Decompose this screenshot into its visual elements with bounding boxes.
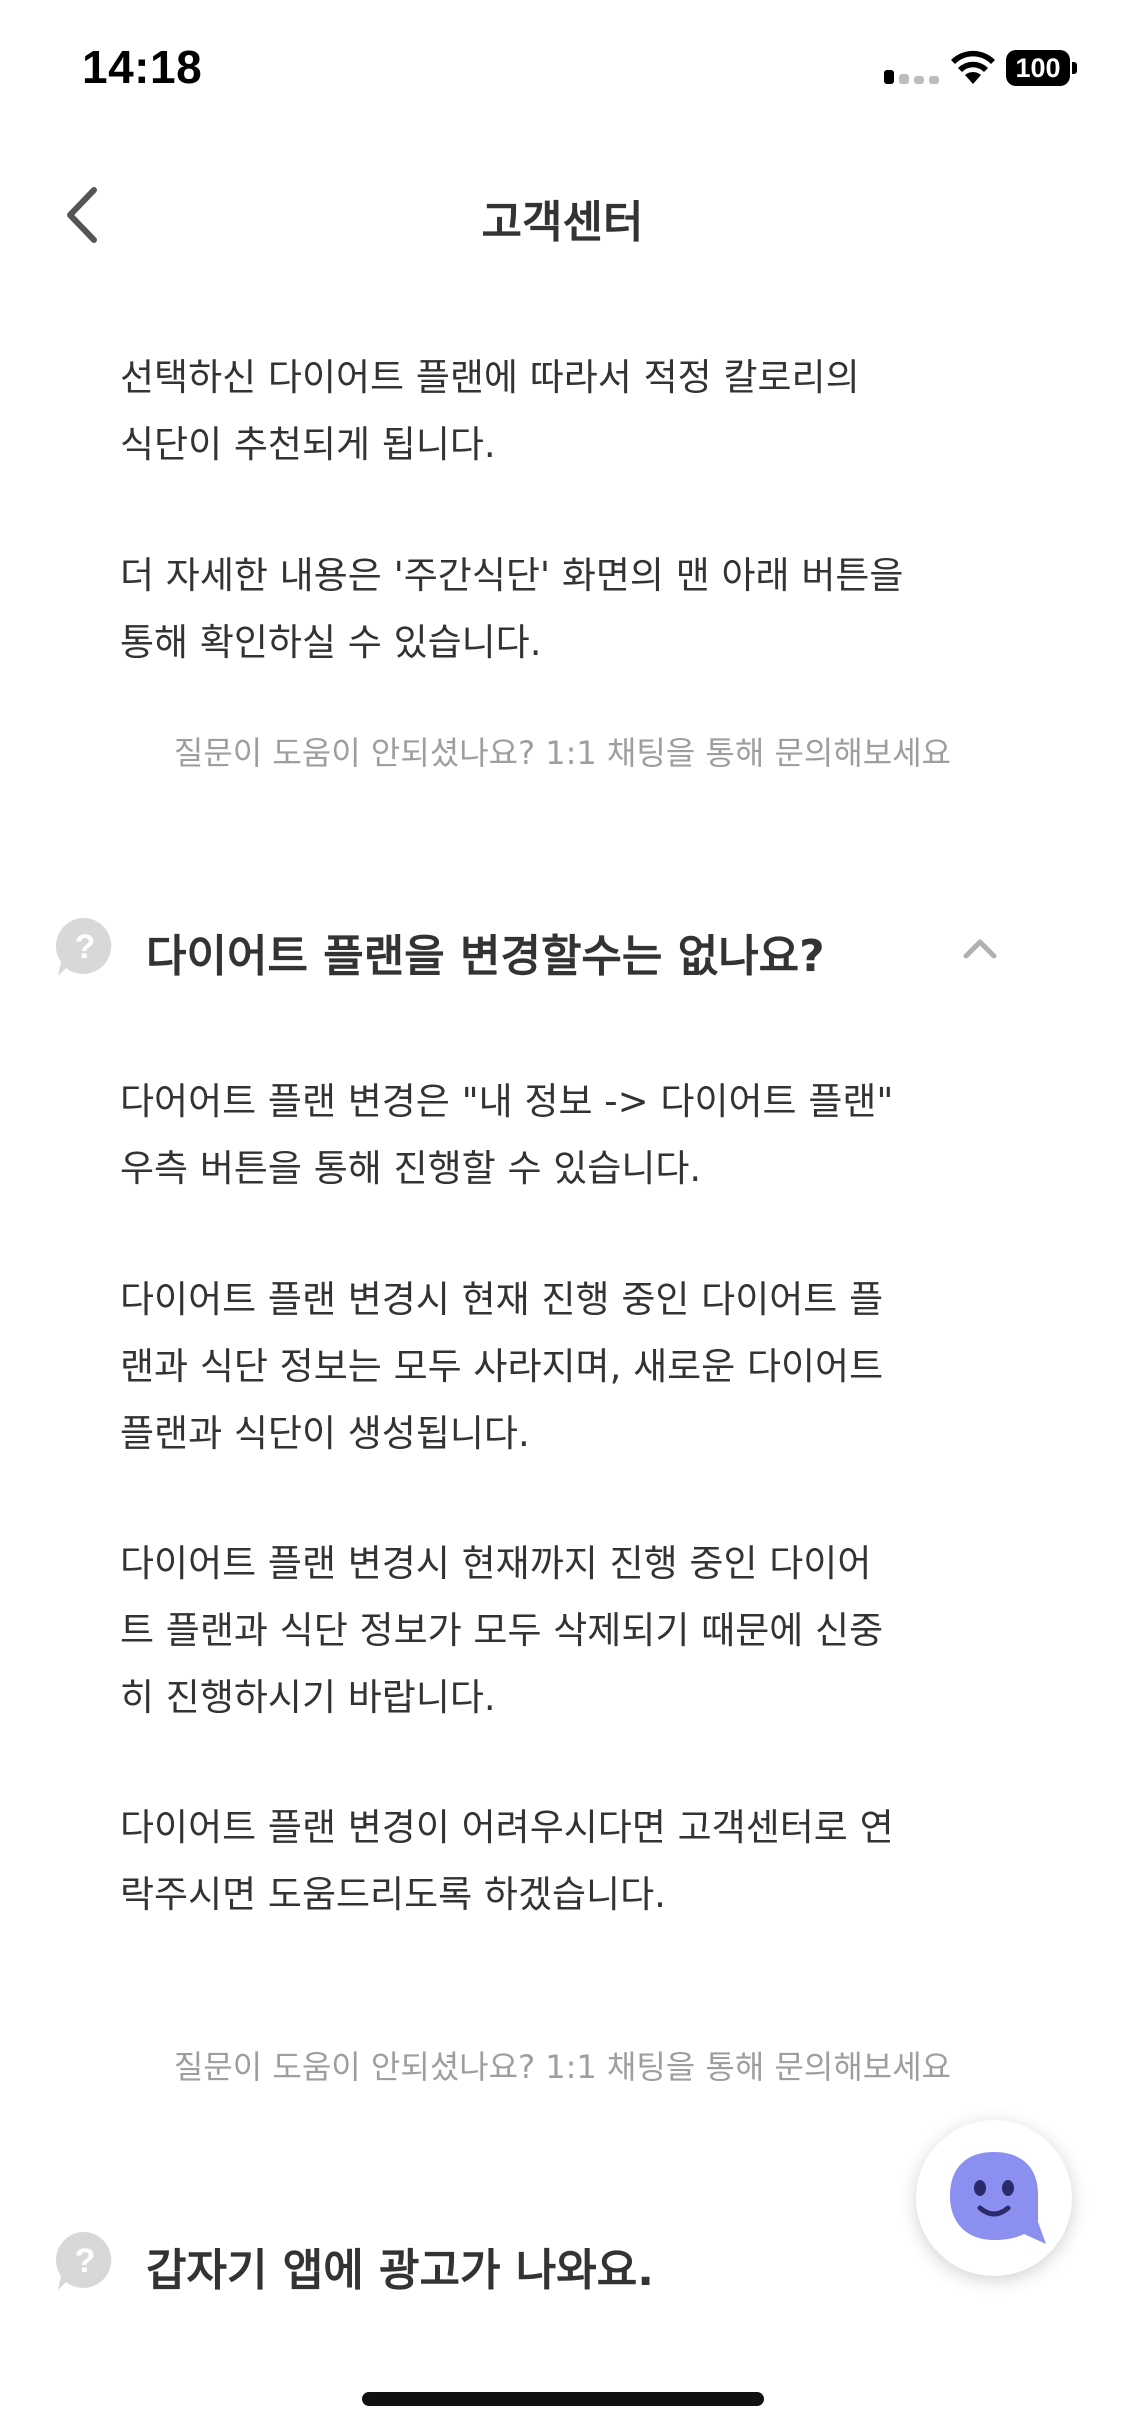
svg-text:?: ? xyxy=(75,928,96,966)
page-title: 고객센터 xyxy=(481,197,644,248)
chat-inquiry-link[interactable]: 질문이 도움이 안되셨나요? 1:1 채팅을 통해 문의해보세요 xyxy=(0,728,1125,774)
wifi-icon xyxy=(951,50,995,84)
faq-answer-paragraph: 선택하신 다이어트 플랜에 따라서 적정 칼로리의 식단이 추천되게 됩니다. xyxy=(120,356,860,466)
faq-answer-paragraph: 다이어트 플랜 변경이 어려우시다면 고객센터로 연 락주시면 도움드리도록 하… xyxy=(120,1806,894,1916)
svg-text:?: ? xyxy=(75,2242,96,2280)
faq-answer-paragraph: 다이어트 플랜 변경시 현재까지 진행 중인 다이어 트 플랜과 식단 정보가 … xyxy=(120,1542,884,1719)
status-time: 14:18 xyxy=(82,41,203,93)
faq-question: 다이어트 플랜을 변경할수는 없나요? xyxy=(146,931,825,982)
battery-icon: 100 xyxy=(1006,50,1078,86)
faq-answer-paragraph: 다어어트 플랜 변경은 "내 정보 -> 다이어트 플랜" 우측 버튼을 통해 … xyxy=(120,1080,894,1190)
cellular-signal-icon xyxy=(884,70,939,84)
question-bubble-icon: ? xyxy=(55,2231,112,2290)
faq-question: 갑자기 앱에 광고가 나와요. xyxy=(146,2245,654,2296)
chevron-up-icon[interactable] xyxy=(960,932,1000,962)
battery-level: 100 xyxy=(1006,50,1070,86)
home-indicator xyxy=(362,2392,764,2406)
faq-answer-paragraph: 더 자세한 내용은 '주간식단' 화면의 맨 아래 버튼을 통해 확인하실 수 … xyxy=(120,554,904,664)
nav-bar: 고객센터 xyxy=(0,160,1125,270)
question-bubble-icon: ? xyxy=(55,917,112,976)
chat-button[interactable] xyxy=(916,2120,1072,2276)
battery-tip xyxy=(1072,62,1077,74)
faq-item-plan-change[interactable]: ? 다이어트 플랜을 변경할수는 없나요? xyxy=(0,898,1125,998)
chat-inquiry-link[interactable]: 질문이 도움이 안되셨나요? 1:1 채팅을 통해 문의해보세요 xyxy=(0,2042,1125,2088)
status-bar: 14:18 100 xyxy=(0,0,1125,130)
faq-answer-paragraph: 다이어트 플랜 변경시 현재 진행 중인 다이어트 플 랜과 식단 정보는 모두… xyxy=(120,1278,884,1455)
chatbot-icon xyxy=(950,2152,1046,2244)
